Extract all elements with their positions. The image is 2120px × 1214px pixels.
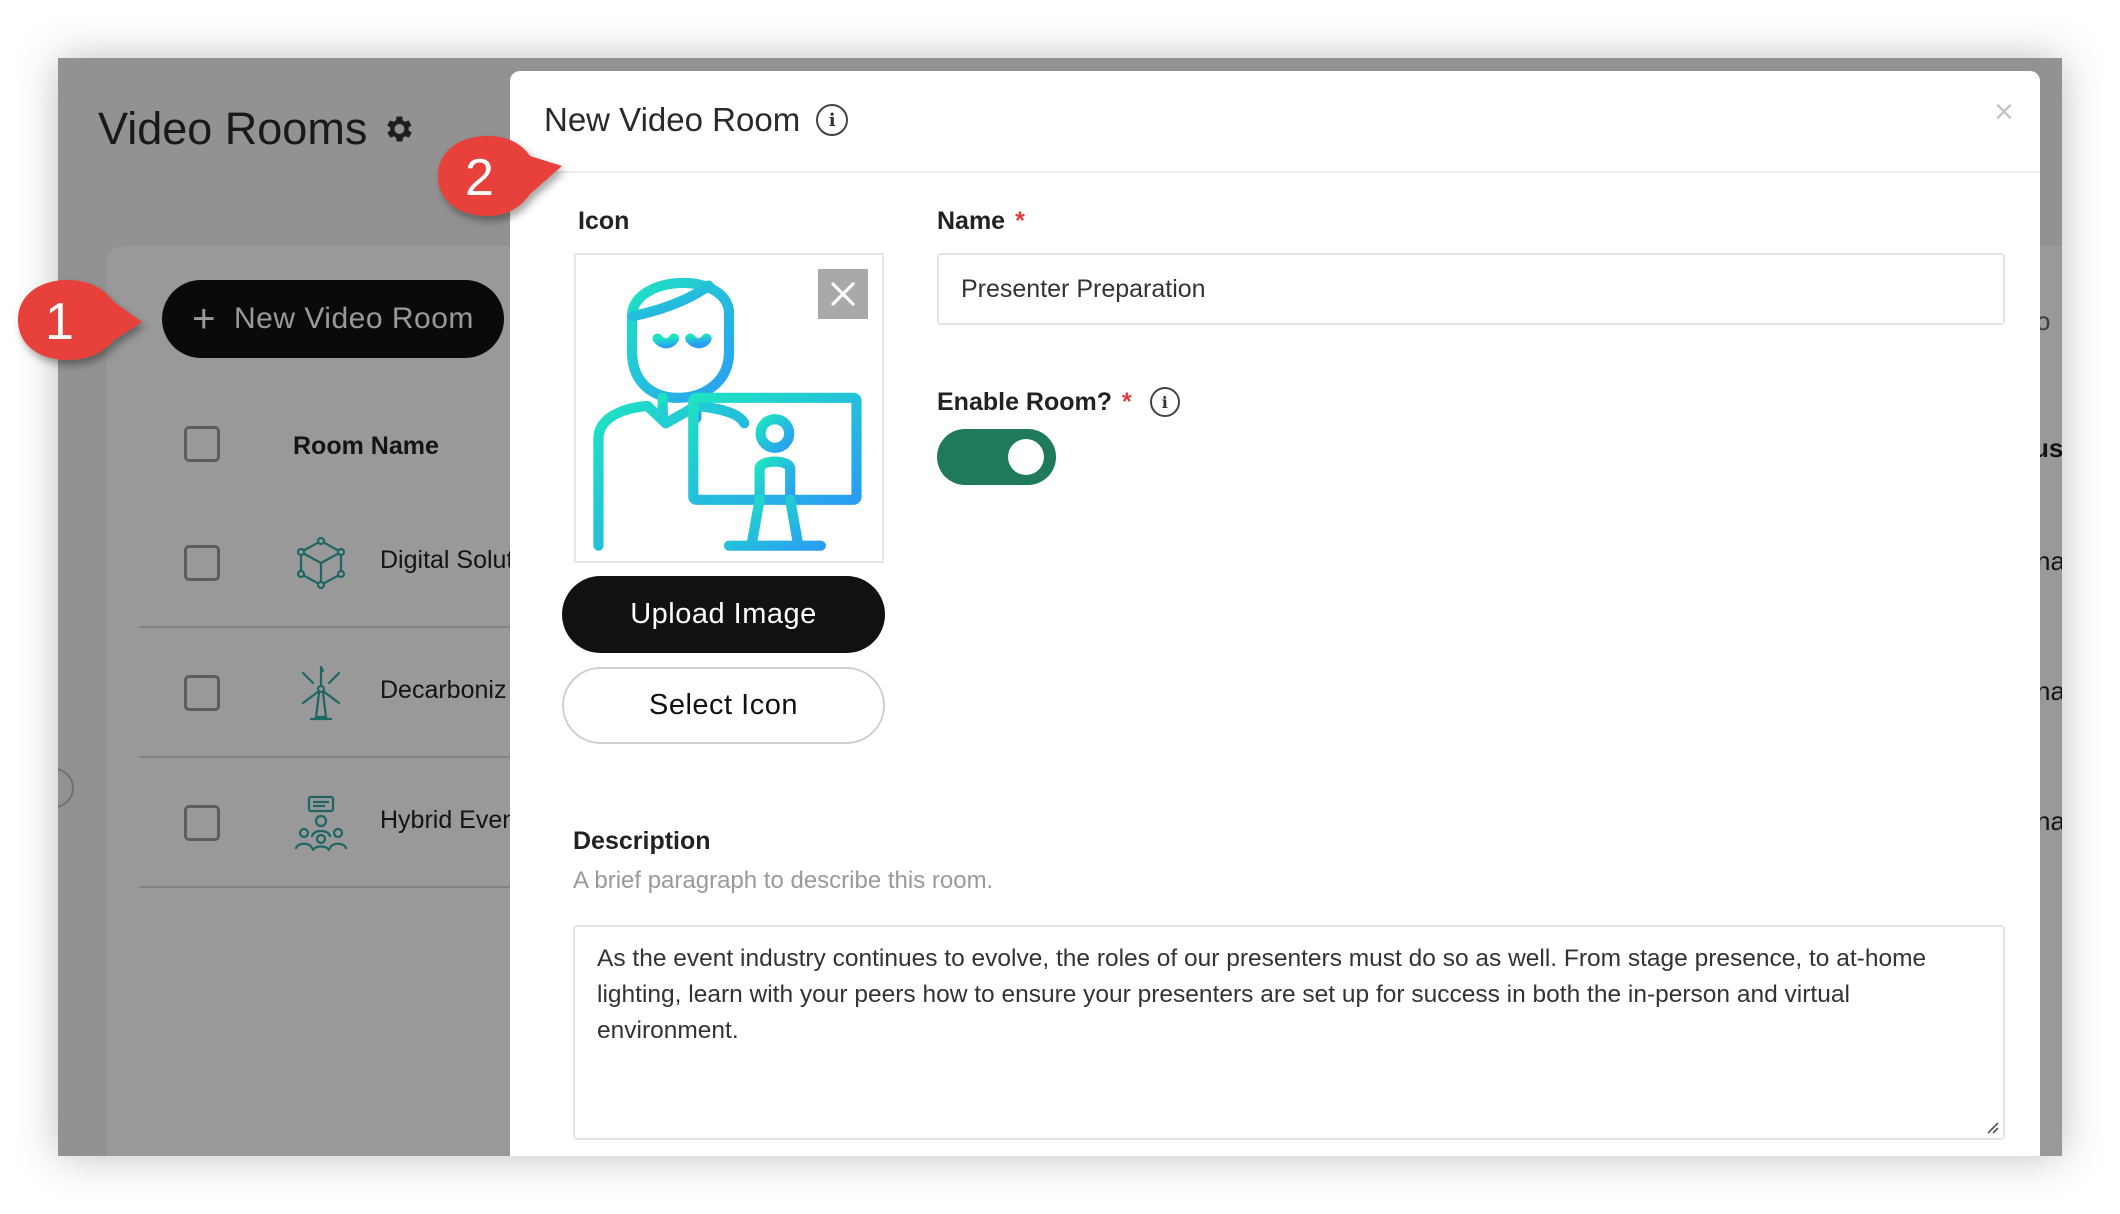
modal-title: New Video Room i	[544, 101, 849, 139]
remove-icon-button[interactable]	[818, 269, 868, 319]
resize-handle-icon[interactable]	[1983, 1118, 1999, 1134]
required-marker: *	[1122, 387, 1132, 416]
name-label: Name *	[937, 207, 1025, 236]
close-icon	[831, 282, 855, 306]
description-text: As the event industry continues to evolv…	[597, 945, 1927, 1044]
modal-title-text: New Video Room	[544, 101, 801, 138]
description-label: Description	[573, 827, 711, 855]
required-marker: *	[1015, 207, 1025, 235]
name-field[interactable]: Presenter Preparation	[937, 253, 2005, 325]
icon-label: Icon	[578, 207, 630, 235]
name-label-text: Name	[937, 207, 1006, 235]
screenshot-frame: Video Rooms + New Video Room Room Name D…	[0, 0, 2120, 1214]
modal-header: New Video Room i ×	[510, 71, 2040, 173]
enable-room-label: Enable Room? * i	[937, 387, 1180, 417]
close-icon[interactable]: ×	[1994, 95, 2014, 129]
info-icon[interactable]: i	[1149, 387, 1180, 417]
upload-image-button[interactable]: Upload Image	[562, 576, 885, 653]
new-video-room-modal: New Video Room i × Icon Upload Image Sel…	[510, 71, 2040, 1156]
select-icon-button[interactable]: Select Icon	[562, 667, 885, 744]
enable-room-label-text: Enable Room?	[937, 387, 1113, 416]
callout-badge-1	[18, 280, 142, 360]
info-icon[interactable]: i	[816, 104, 849, 136]
toggle-knob	[1008, 439, 1044, 475]
description-textarea[interactable]: As the event industry continues to evolv…	[573, 925, 2005, 1140]
callout-number-2: 2	[465, 149, 494, 207]
enable-room-toggle[interactable]	[937, 429, 1056, 485]
callout-badge-2	[438, 136, 562, 216]
room-icon-preview	[574, 253, 884, 563]
callout-number-1: 1	[45, 293, 74, 351]
description-help-text: A brief paragraph to describe this room.	[573, 867, 994, 894]
